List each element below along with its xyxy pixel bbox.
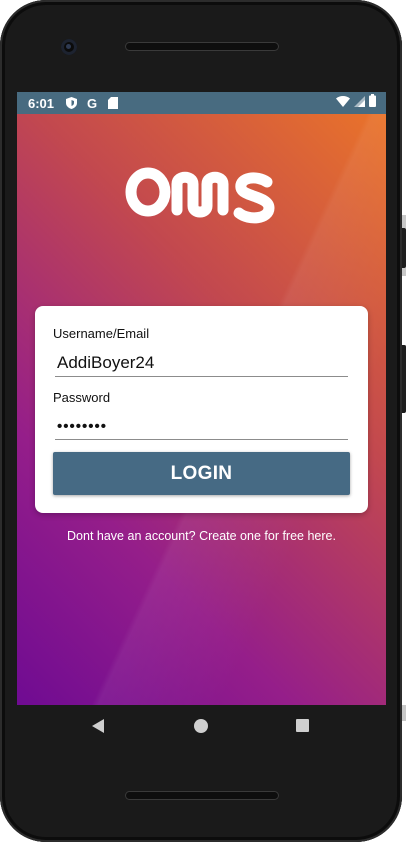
power-button bbox=[402, 228, 406, 268]
home-icon[interactable] bbox=[194, 719, 208, 733]
app-screen: 6:01 G Username/Email AddiBoyer24 Passwo… bbox=[17, 92, 386, 705]
battery-icon bbox=[369, 94, 376, 110]
status-time: 6:01 bbox=[28, 95, 55, 111]
login-card: Username/Email Password LOGIN bbox=[35, 306, 368, 513]
recent-apps-icon[interactable] bbox=[296, 719, 309, 732]
ons-logo bbox=[125, 162, 277, 234]
status-bar: 6:01 G bbox=[17, 92, 386, 114]
login-button[interactable]: LOGIN bbox=[53, 452, 350, 495]
volume-button bbox=[402, 345, 406, 413]
bottom-speaker bbox=[125, 791, 279, 800]
password-input[interactable] bbox=[55, 413, 348, 440]
shield-icon bbox=[62, 94, 80, 112]
google-icon: G bbox=[86, 95, 98, 111]
front-camera bbox=[61, 39, 77, 55]
phone-frame: 6:01 G Username/Email AddiBoyer24 Passwo… bbox=[0, 0, 406, 842]
username-input[interactable] bbox=[55, 350, 348, 377]
password-label: Password bbox=[53, 390, 111, 405]
wifi-icon bbox=[336, 95, 350, 110]
sd-card-icon bbox=[104, 94, 122, 112]
cell-signal-icon bbox=[354, 95, 365, 110]
android-nav-bar bbox=[17, 705, 386, 748]
create-account-link[interactable]: Dont have an account? Create one for fre… bbox=[17, 529, 386, 543]
back-icon[interactable] bbox=[92, 719, 104, 733]
top-speaker bbox=[125, 42, 279, 51]
username-label: Username/Email bbox=[53, 326, 150, 341]
